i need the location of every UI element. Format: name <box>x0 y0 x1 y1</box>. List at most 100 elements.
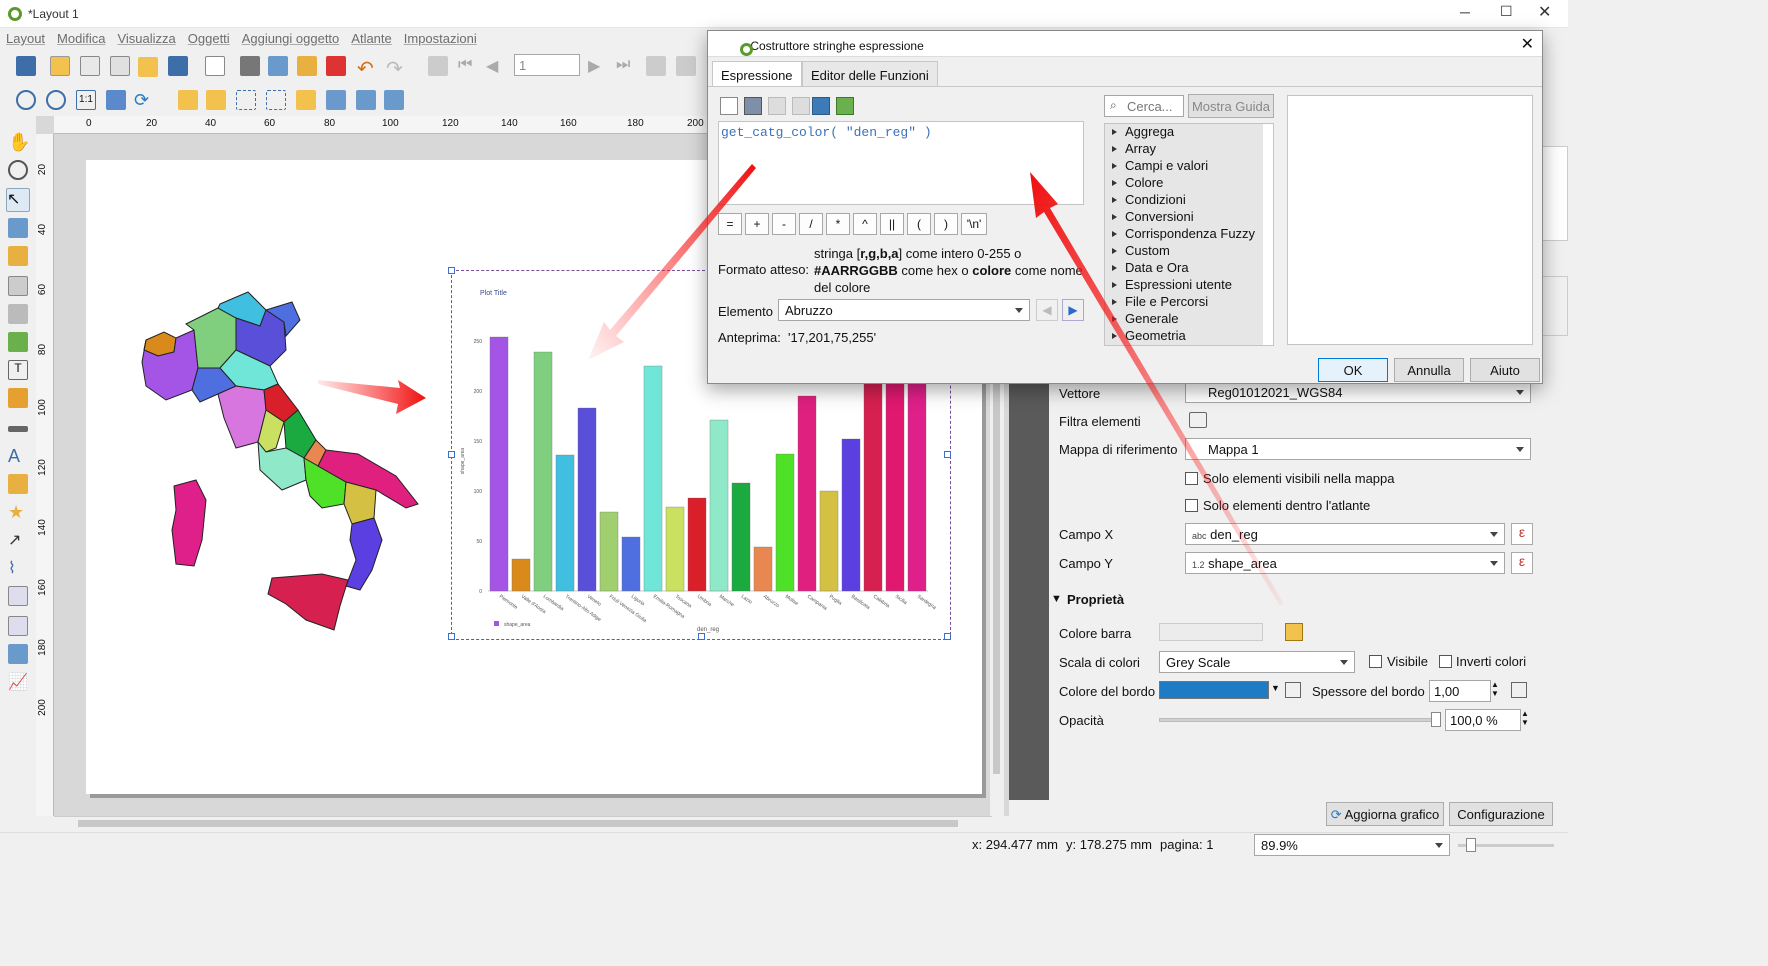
scrollbar-thumb[interactable] <box>78 820 958 827</box>
add-3d-map-icon[interactable] <box>8 304 28 324</box>
operator-plus-button[interactable]: + <box>745 213 769 235</box>
prev-element-icon[interactable]: ◀ <box>1036 299 1058 321</box>
elemento-combo[interactable]: Abruzzo <box>778 299 1030 321</box>
mappa-combo[interactable]: Mappa 1 <box>1185 438 1531 460</box>
export-image-icon[interactable] <box>268 56 288 76</box>
add-arrow-icon[interactable]: ↗ <box>8 530 28 550</box>
solo-atlante-checkbox[interactable] <box>1185 499 1198 512</box>
mostra-guida-button[interactable]: Mostra Guida <box>1188 94 1274 118</box>
maximize-icon[interactable]: ☐ <box>1500 3 1513 20</box>
zoom-full-icon[interactable] <box>106 90 126 110</box>
edit-nodes-icon[interactable] <box>8 246 28 266</box>
operator-open-paren-button[interactable]: ( <box>907 213 931 235</box>
export-svg-icon[interactable] <box>297 56 317 76</box>
visibile-checkbox[interactable] <box>1369 655 1382 668</box>
region-sicilia[interactable] <box>267 573 349 631</box>
new-layout-icon[interactable] <box>50 56 70 76</box>
add-table-icon[interactable] <box>8 616 28 636</box>
operator-divide-button[interactable]: / <box>799 213 823 235</box>
export-pdf-icon[interactable] <box>326 56 346 76</box>
last-feature-icon[interactable]: ⏭ <box>616 56 636 76</box>
delete-expression-icon[interactable] <box>792 97 810 115</box>
spin-buttons[interactable]: ▲ ▼ <box>1521 709 1533 731</box>
function-group-item[interactable]: Campi e valori <box>1105 158 1263 175</box>
data-defined-override-icon[interactable] <box>1285 623 1303 641</box>
function-list-scrollbar[interactable] <box>1263 345 1274 346</box>
select-tool-icon[interactable]: ↖ <box>6 188 30 212</box>
new-file-icon[interactable] <box>720 97 738 115</box>
colore-barra-button[interactable] <box>1159 623 1263 641</box>
operator-minus-button[interactable]: - <box>772 213 796 235</box>
function-group-item[interactable]: Array <box>1105 141 1263 158</box>
aggiorna-grafico-button[interactable]: ⟳ Aggiorna grafico <box>1326 802 1444 826</box>
align-left-icon[interactable] <box>326 90 346 110</box>
save-template-icon[interactable] <box>168 56 188 76</box>
open-template-icon[interactable] <box>138 57 158 77</box>
opacita-input[interactable]: 100,0 % <box>1445 709 1521 731</box>
lock-items-icon[interactable] <box>178 90 198 110</box>
add-scalebar-icon[interactable] <box>8 426 28 432</box>
inverti-checkbox[interactable] <box>1439 655 1452 668</box>
function-list[interactable]: Aggrega Array Campi e valori Colore Cond… <box>1104 123 1274 346</box>
data-defined-icon[interactable] <box>1511 682 1527 698</box>
save-icon[interactable] <box>16 56 36 76</box>
region-calabria[interactable] <box>345 517 383 591</box>
first-feature-icon[interactable]: ⏮ <box>458 56 478 76</box>
horizontal-scrollbar[interactable] <box>54 816 992 830</box>
next-feature-icon[interactable]: ▶ <box>588 56 608 76</box>
function-group-item[interactable]: Espressioni utente <box>1105 277 1263 294</box>
print-icon[interactable] <box>240 56 260 76</box>
function-group-item[interactable]: Custom <box>1105 243 1263 260</box>
layout-manager-icon[interactable] <box>110 56 130 76</box>
add-legend-icon[interactable] <box>8 388 28 408</box>
spessore-input[interactable]: 1,00 <box>1429 680 1491 702</box>
campo-x-combo[interactable]: abc den_reg <box>1185 523 1505 545</box>
opacita-slider-track[interactable] <box>1159 718 1439 722</box>
color-dropdown-icon[interactable]: ▼ <box>1271 683 1280 693</box>
function-group-item[interactable]: Corrispondenza Fuzzy <box>1105 226 1263 243</box>
raise-icon[interactable] <box>296 90 316 110</box>
menu-visualizza[interactable]: Visualizza <box>111 28 181 49</box>
edit-expression-icon[interactable] <box>768 97 786 115</box>
group-icon[interactable] <box>236 90 256 110</box>
move-content-icon[interactable] <box>8 218 28 238</box>
add-label-icon[interactable]: T <box>8 360 28 380</box>
dialog-close-icon[interactable]: ✕ <box>1521 34 1534 54</box>
menu-aggiungi-oggetto[interactable]: Aggiungi oggetto <box>236 28 346 49</box>
expression-icon[interactable]: ε <box>1511 523 1533 545</box>
operator-equal-button[interactable]: = <box>718 213 742 235</box>
export-icon[interactable] <box>836 97 854 115</box>
menu-modifica[interactable]: Modifica <box>51 28 111 49</box>
tab-editor-funzioni[interactable]: Editor delle Funzioni <box>802 61 938 87</box>
solo-visibili-checkbox[interactable] <box>1185 472 1198 485</box>
collapse-icon[interactable]: ▼ <box>1051 593 1062 605</box>
operator-newline-button[interactable]: '\n' <box>961 213 987 235</box>
function-group-item[interactable]: Conversioni <box>1105 209 1263 226</box>
zoom-100-icon[interactable]: 1:1 <box>76 90 96 110</box>
menu-oggetti[interactable]: Oggetti <box>182 28 236 49</box>
aiuto-button[interactable]: Aiuto <box>1470 358 1540 382</box>
region-basilicata[interactable] <box>343 481 377 525</box>
opacita-slider-handle[interactable] <box>1431 712 1441 727</box>
add-marker-icon[interactable]: ★ <box>8 502 28 522</box>
add-picture-icon[interactable] <box>8 332 28 352</box>
function-group-item[interactable]: File e Percorsi <box>1105 294 1263 311</box>
minimize-icon[interactable]: ─ <box>1460 4 1470 20</box>
tab-espressione[interactable]: Espressione <box>712 61 802 87</box>
data-defined-icon[interactable] <box>1285 682 1301 698</box>
menu-impostazioni[interactable]: Impostazioni <box>398 28 483 49</box>
operator-multiply-button[interactable]: * <box>826 213 850 235</box>
campo-y-combo[interactable]: 1.2 shape_area <box>1185 552 1505 574</box>
menu-layout[interactable]: Layout <box>0 28 51 49</box>
page-setup-icon[interactable] <box>205 56 225 76</box>
operator-close-paren-button[interactable]: ) <box>934 213 958 235</box>
add-map-icon[interactable] <box>8 276 28 296</box>
undo-icon[interactable]: ↶ <box>357 56 377 80</box>
scala-combo[interactable]: Grey Scale <box>1159 651 1355 673</box>
italy-map[interactable] <box>136 290 476 750</box>
function-group-item[interactable]: Aggrega <box>1105 124 1263 141</box>
annulla-button[interactable]: Annulla <box>1394 358 1464 382</box>
next-element-icon[interactable]: ▶ <box>1062 299 1084 321</box>
menu-atlante[interactable]: Atlante <box>345 28 397 49</box>
import-icon[interactable] <box>812 97 830 115</box>
